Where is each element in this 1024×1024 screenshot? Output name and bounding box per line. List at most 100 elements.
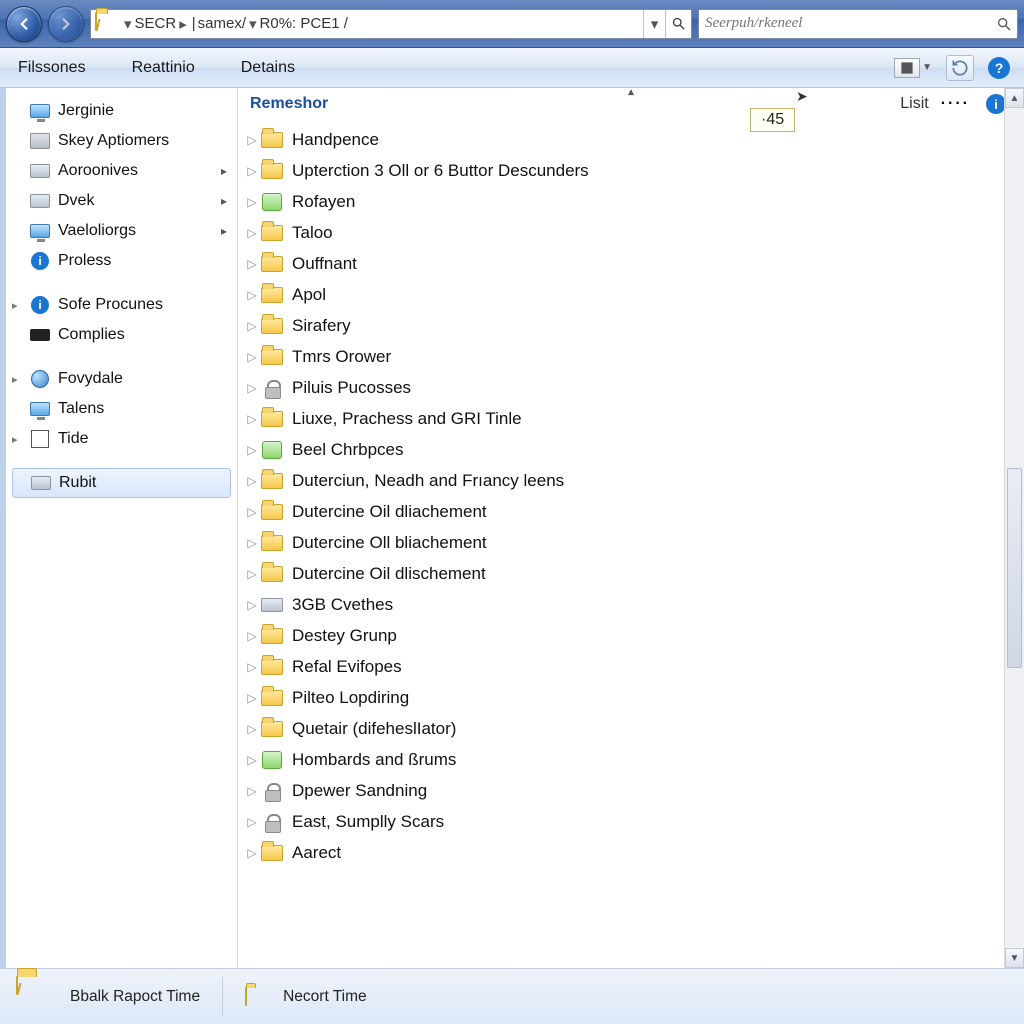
- expand-icon[interactable]: ▷: [244, 722, 260, 736]
- sidebar-item[interactable]: Jerginie: [6, 96, 237, 126]
- expand-icon[interactable]: ▷: [244, 164, 260, 178]
- expand-icon[interactable]: ▷: [244, 381, 260, 395]
- sidebar-item[interactable]: Dvek ▸: [6, 186, 237, 216]
- info-button[interactable]: i: [986, 94, 1006, 114]
- sidebar-item[interactable]: Aoroonives▸: [6, 156, 237, 186]
- list-item[interactable]: ▷East, Sumplly Scars: [244, 806, 1004, 837]
- list-item[interactable]: ▷Tmrs Orower: [244, 341, 1004, 372]
- chevron-down-icon[interactable]: ▼: [922, 62, 932, 73]
- list-item[interactable]: ▷Taloo: [244, 217, 1004, 248]
- list-item[interactable]: ▷Handpence: [244, 124, 1004, 155]
- expand-icon[interactable]: ▸: [12, 299, 18, 312]
- sidebar-item-label: Dvek: [58, 192, 94, 210]
- expand-icon[interactable]: ▷: [244, 412, 260, 426]
- breadcrumb-segment[interactable]: samex/: [198, 15, 246, 32]
- preview-pane-button[interactable]: [946, 55, 974, 81]
- more-columns-button[interactable]: ····: [941, 95, 970, 113]
- sidebar-item[interactable]: Complies: [6, 320, 237, 350]
- scroll-up-button[interactable]: ▲: [1005, 88, 1024, 108]
- list-item[interactable]: ▷Refal Evifopes: [244, 651, 1004, 682]
- folder-icon: [260, 842, 284, 864]
- expand-icon[interactable]: ▷: [244, 691, 260, 705]
- list-item[interactable]: ▷Upterction 3 Oll or 6 Buttor Descunders: [244, 155, 1004, 186]
- expand-icon[interactable]: ▷: [244, 753, 260, 767]
- sidebar-item[interactable]: iProless: [6, 246, 237, 276]
- expand-icon[interactable]: ▷: [244, 133, 260, 147]
- expand-icon[interactable]: ▷: [244, 505, 260, 519]
- chevron-up-icon[interactable]: ▾: [628, 88, 634, 100]
- view-mode-button[interactable]: [894, 58, 920, 78]
- list-item[interactable]: ▷Dutercine Oll bliachement: [244, 527, 1004, 558]
- expand-icon[interactable]: ▷: [244, 195, 260, 209]
- list-item[interactable]: ▷Quetair (difeheslIator): [244, 713, 1004, 744]
- vertical-scrollbar[interactable]: ▲ ▼: [1004, 88, 1024, 968]
- list-item[interactable]: ▷Rofayen: [244, 186, 1004, 217]
- expand-icon[interactable]: ▷: [244, 815, 260, 829]
- list-item[interactable]: ▷Aarect: [244, 837, 1004, 868]
- breadcrumb-segment[interactable]: SECR: [135, 15, 177, 32]
- sidebar-item[interactable]: Skey Aptiomers: [6, 126, 237, 156]
- chevron-right-icon[interactable]: ▸: [221, 164, 227, 178]
- folder-icon: [260, 532, 284, 554]
- list-item[interactable]: ▷Apol: [244, 279, 1004, 310]
- expand-icon[interactable]: ▷: [244, 784, 260, 798]
- expand-icon[interactable]: ▷: [244, 226, 260, 240]
- menu-organize[interactable]: Filssones: [18, 59, 86, 77]
- monitor-icon: [30, 222, 50, 240]
- expand-icon[interactable]: ▷: [244, 567, 260, 581]
- expand-icon[interactable]: ▸: [12, 433, 18, 446]
- list-item[interactable]: ▷Liuxe, Prachess and GRI Tinle: [244, 403, 1004, 434]
- refresh-button[interactable]: [665, 10, 691, 38]
- address-dropdown[interactable]: ▾: [643, 10, 665, 38]
- sidebar-item[interactable]: ▸iSofe Procunes: [6, 290, 237, 320]
- sidebar-item[interactable]: Talens: [6, 394, 237, 424]
- search-button[interactable]: [991, 16, 1017, 32]
- help-button[interactable]: ?: [988, 57, 1010, 79]
- expand-icon[interactable]: ▷: [244, 319, 260, 333]
- list-item[interactable]: ▷Duterciun, Neadh and Frıancy leens: [244, 465, 1004, 496]
- expand-icon[interactable]: ▷: [244, 629, 260, 643]
- menu-details[interactable]: Detains: [241, 59, 295, 77]
- expand-icon[interactable]: ▷: [244, 257, 260, 271]
- expand-icon[interactable]: ▸: [12, 373, 18, 386]
- expand-icon[interactable]: ▷: [244, 443, 260, 457]
- sidebar-item-selected[interactable]: Rubit: [12, 468, 231, 498]
- column-header-name[interactable]: Remeshor: [250, 95, 328, 113]
- sidebar-item[interactable]: ▸Tide: [6, 424, 237, 454]
- breadcrumb-segment[interactable]: R0%: PCE1 /: [260, 15, 348, 32]
- back-button[interactable]: [6, 6, 42, 42]
- expand-icon[interactable]: ▷: [244, 846, 260, 860]
- list-item[interactable]: ▷Pilteo Lopdiring: [244, 682, 1004, 713]
- expand-icon[interactable]: ▷: [244, 288, 260, 302]
- list-item[interactable]: ▷Ouffnant: [244, 248, 1004, 279]
- menu-include[interactable]: Reattinio: [132, 59, 195, 77]
- arrow-left-icon: [15, 15, 33, 33]
- expand-icon[interactable]: ▷: [244, 350, 260, 364]
- column-header-list[interactable]: Lisit: [900, 95, 928, 113]
- expand-icon[interactable]: ▷: [244, 660, 260, 674]
- address-bar[interactable]: ▾ SECR ▸ | samex/ ▾ R0%: PCE1 / ▾: [90, 9, 692, 39]
- expand-icon[interactable]: ▷: [244, 474, 260, 488]
- list-item[interactable]: ▷Dutercine Oil dlischement: [244, 558, 1004, 589]
- list-item[interactable]: ▷Sirafery: [244, 310, 1004, 341]
- list-item[interactable]: ▷Dpewer Sandning: [244, 775, 1004, 806]
- sidebar-item[interactable]: ▸Fovydale: [6, 364, 237, 394]
- search-input[interactable]: [699, 15, 991, 32]
- search-field[interactable]: [698, 9, 1018, 39]
- value-box[interactable]: ·45: [750, 108, 795, 132]
- forward-button[interactable]: [48, 6, 84, 42]
- expand-icon[interactable]: ▷: [244, 536, 260, 550]
- scroll-track[interactable]: [1005, 108, 1024, 948]
- expand-icon[interactable]: ▷: [244, 598, 260, 612]
- list-item[interactable]: ▷Piluis Pucosses: [244, 372, 1004, 403]
- list-item[interactable]: ▷Destey Grunp: [244, 620, 1004, 651]
- chevron-right-icon[interactable]: ▸: [221, 194, 227, 208]
- list-item[interactable]: ▷Beel Chrbpces: [244, 434, 1004, 465]
- sidebar-item[interactable]: Vaeloliorgs▸: [6, 216, 237, 246]
- chevron-right-icon[interactable]: ▸: [221, 224, 227, 238]
- scroll-down-button[interactable]: ▼: [1005, 948, 1024, 968]
- list-item[interactable]: ▷Hombards and ßrums: [244, 744, 1004, 775]
- list-item[interactable]: ▷Dutercine Oil dliachement: [244, 496, 1004, 527]
- list-item[interactable]: ▷3GB Cvethes: [244, 589, 1004, 620]
- scroll-thumb[interactable]: [1007, 468, 1022, 668]
